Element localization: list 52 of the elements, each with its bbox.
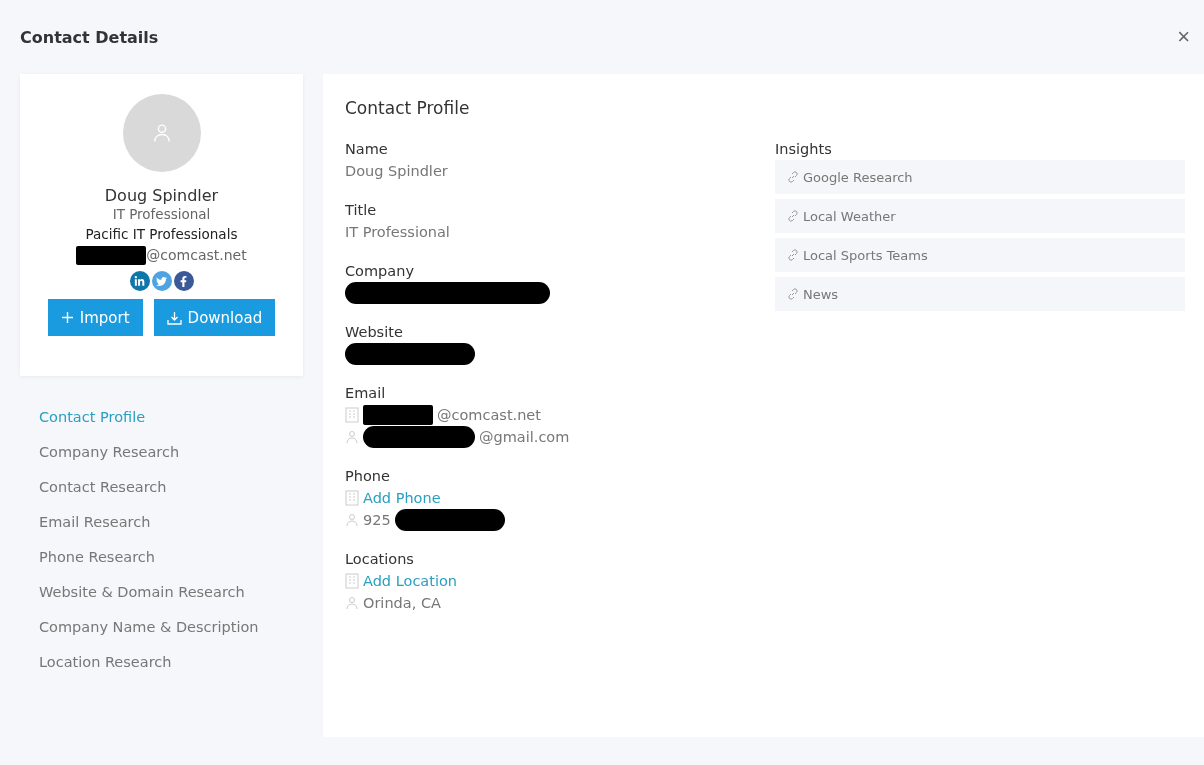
field-label: Name bbox=[345, 140, 389, 159]
nav-link[interactable]: Email Research bbox=[39, 505, 303, 540]
field-value: @comcast.net bbox=[437, 406, 541, 425]
insight-link[interactable]: Local Sports Teams bbox=[775, 238, 1185, 272]
add-link[interactable]: Add Location bbox=[363, 570, 457, 592]
nav-link[interactable]: Website & Domain Research bbox=[39, 575, 303, 610]
field-label: Company bbox=[345, 262, 415, 281]
user-icon bbox=[345, 596, 359, 610]
user-icon bbox=[151, 123, 172, 143]
link-icon bbox=[787, 210, 799, 222]
import-button[interactable]: Import bbox=[47, 299, 143, 336]
contact-email: @comcast.net bbox=[146, 246, 247, 265]
download-button[interactable]: Download bbox=[153, 299, 276, 336]
field-label: Email bbox=[345, 384, 387, 403]
building-icon bbox=[345, 573, 359, 589]
link-icon bbox=[787, 171, 799, 183]
dialog-title: Contact Details bbox=[20, 27, 159, 47]
nav-link[interactable]: Contact Research bbox=[39, 470, 303, 505]
field-label: Phone bbox=[345, 467, 391, 486]
close-button[interactable]: × bbox=[1169, 24, 1198, 50]
contact-company: Pacific IT Professionals bbox=[85, 225, 238, 244]
add-link[interactable]: Add Phone bbox=[363, 487, 441, 509]
plus-icon bbox=[60, 311, 74, 324]
insights-heading: Insights bbox=[775, 141, 833, 157]
contact-name: Doug Spindler bbox=[104, 186, 219, 205]
field-label: Website bbox=[345, 323, 404, 342]
section-heading: Contact Profile bbox=[345, 98, 471, 118]
field-label: Title bbox=[345, 201, 378, 220]
nav-link[interactable]: Phone Research bbox=[39, 540, 303, 575]
nav-link[interactable]: Location Research bbox=[39, 645, 303, 680]
contact-title: IT Professional bbox=[112, 205, 211, 224]
building-icon bbox=[345, 490, 359, 506]
field-value: Doug Spindler bbox=[345, 162, 448, 181]
field-value: @gmail.com bbox=[479, 428, 570, 447]
nav-link[interactable]: Company Name & Description bbox=[39, 610, 303, 645]
link-icon bbox=[787, 249, 799, 261]
field-value: Orinda, CA bbox=[363, 594, 441, 613]
user-icon bbox=[345, 430, 359, 444]
building-icon bbox=[345, 407, 359, 423]
field-label: Locations bbox=[345, 550, 415, 569]
facebook-icon[interactable] bbox=[173, 271, 194, 291]
user-icon bbox=[345, 513, 359, 527]
nav-link[interactable]: Contact Profile bbox=[39, 400, 303, 435]
insight-link[interactable]: News bbox=[775, 277, 1185, 311]
download-icon bbox=[166, 310, 182, 325]
insight-link[interactable]: Google Research bbox=[775, 160, 1185, 194]
linkedin-icon[interactable] bbox=[129, 271, 150, 291]
insight-link[interactable]: Local Weather bbox=[775, 199, 1185, 233]
field-value: 925 bbox=[363, 511, 391, 530]
field-value: IT Professional bbox=[345, 223, 450, 242]
nav-link[interactable]: Company Research bbox=[39, 435, 303, 470]
link-icon bbox=[787, 288, 799, 300]
